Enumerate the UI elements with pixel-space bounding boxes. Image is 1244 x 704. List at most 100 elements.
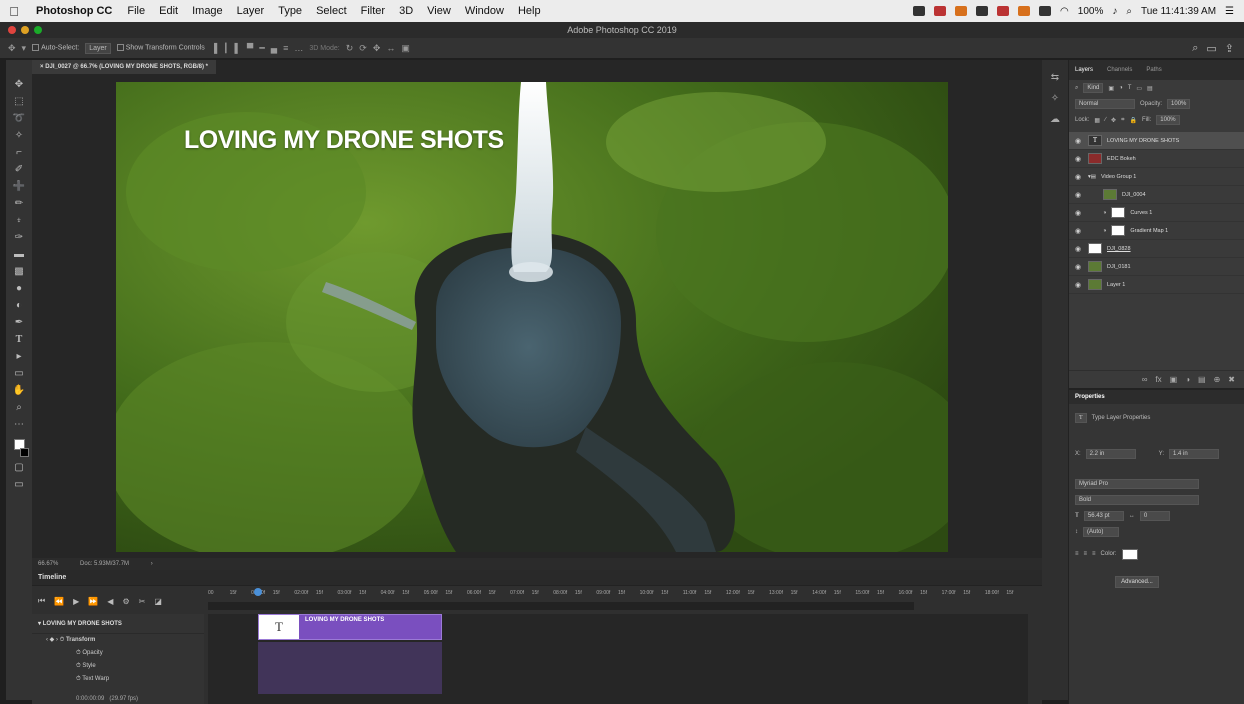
add-mask-icon[interactable]: ▣ bbox=[1170, 375, 1178, 384]
new-layer-icon[interactable]: ⊕ bbox=[1214, 375, 1221, 384]
3d-scale-icon[interactable]: ▣ bbox=[401, 43, 410, 54]
align-top-icon[interactable]: ▀ bbox=[247, 43, 253, 53]
layer-name[interactable]: Layer 1 bbox=[1107, 282, 1125, 288]
layer-style-icon[interactable]: fx bbox=[1155, 375, 1161, 384]
align-center-icon[interactable]: ≡ bbox=[1084, 551, 1088, 557]
type-tool-icon[interactable]: T bbox=[16, 333, 23, 346]
opacity-field[interactable]: 100% bbox=[1167, 99, 1191, 109]
track-header[interactable]: ▾ LOVING MY DRONE SHOTS bbox=[32, 614, 204, 634]
search-icon[interactable]: ⌕ bbox=[1192, 42, 1198, 55]
transition-icon[interactable]: ◪ bbox=[154, 597, 162, 606]
move-tool-preset-icon[interactable]: ✥ bbox=[8, 43, 16, 54]
menu-3d[interactable]: 3D bbox=[392, 5, 420, 17]
battery-level[interactable]: 100% bbox=[1078, 6, 1104, 17]
layer-name[interactable]: DJI_0181 bbox=[1107, 264, 1131, 270]
next-frame-icon[interactable]: ⏩ bbox=[88, 597, 98, 606]
layer-name[interactable]: DJI_0828 bbox=[1107, 246, 1131, 252]
status-app-icon[interactable] bbox=[1039, 6, 1052, 16]
menu-filter[interactable]: Filter bbox=[354, 5, 392, 17]
notification-center-icon[interactable]: ☰ bbox=[1225, 6, 1234, 17]
align-left-icon[interactable]: ▐ bbox=[211, 43, 217, 53]
filter-type-icon[interactable]: T bbox=[1128, 85, 1132, 91]
distribute-icon[interactable]: ≡ bbox=[283, 43, 288, 53]
app-menu[interactable]: Photoshop CC bbox=[28, 5, 120, 17]
align-center-icon[interactable]: ┃ bbox=[223, 43, 228, 54]
menu-help[interactable]: Help bbox=[511, 5, 548, 17]
fill-field[interactable]: 100% bbox=[1156, 115, 1180, 125]
visibility-eye-icon[interactable]: ◉ bbox=[1075, 245, 1083, 253]
layer-row[interactable]: ◉ Layer 1 bbox=[1069, 276, 1244, 294]
apple-menu-icon[interactable]:  bbox=[0, 4, 28, 19]
keyframe-property-opacity[interactable]: ⏱ Opacity bbox=[32, 647, 204, 660]
layer-row[interactable]: ◉ DJI_0004 bbox=[1069, 186, 1244, 204]
align-left-icon[interactable]: ≡ bbox=[1075, 551, 1079, 557]
layer-name[interactable]: EDC Bokeh bbox=[1107, 156, 1136, 162]
visibility-eye-icon[interactable]: ◉ bbox=[1075, 155, 1083, 163]
status-app-icon[interactable] bbox=[913, 6, 926, 16]
volume-icon[interactable]: ♪ bbox=[1112, 6, 1117, 17]
auto-select-checkbox[interactable]: Auto-Select: bbox=[32, 44, 79, 52]
go-to-first-frame-icon[interactable]: ⏮ bbox=[38, 596, 45, 606]
spotlight-search-icon[interactable]: ⌕ bbox=[1126, 6, 1132, 17]
status-app-icon[interactable] bbox=[997, 6, 1010, 16]
delete-layer-icon[interactable]: ✖ bbox=[1228, 375, 1235, 384]
visibility-eye-icon[interactable]: ◉ bbox=[1075, 263, 1083, 271]
pen-tool-icon[interactable]: ✒ bbox=[15, 316, 23, 329]
status-app-icon[interactable] bbox=[955, 6, 968, 16]
dodge-tool-icon[interactable]: ◐ bbox=[16, 299, 22, 312]
visibility-eye-icon[interactable]: ◉ bbox=[1075, 191, 1083, 199]
layer-row[interactable]: ◉ EDC Bokeh bbox=[1069, 150, 1244, 168]
filter-smart-object-icon[interactable]: ▤ bbox=[1147, 85, 1153, 92]
menu-image[interactable]: Image bbox=[185, 5, 230, 17]
document-tab[interactable]: × DJI_0027 @ 66.7% (LOVING MY DRONE SHOT… bbox=[32, 60, 216, 74]
more-options-icon[interactable]: … bbox=[294, 43, 303, 53]
crop-tool-icon[interactable]: ⌐ bbox=[16, 146, 22, 159]
minimize-window-icon[interactable] bbox=[21, 26, 29, 34]
filter-adjustment-icon[interactable]: ◑ bbox=[1119, 85, 1123, 91]
new-adjustment-icon[interactable]: ◑ bbox=[1185, 375, 1190, 384]
lock-all-icon[interactable]: 🔒 bbox=[1129, 117, 1136, 124]
wifi-icon[interactable]: ◠ bbox=[1060, 6, 1069, 17]
layer-row[interactable]: ◉ ▾▤ Video Group 1 bbox=[1069, 168, 1244, 186]
advanced-button[interactable]: Advanced... bbox=[1115, 576, 1159, 588]
blur-tool-icon[interactable]: ● bbox=[16, 282, 22, 295]
properties-title[interactable]: Properties bbox=[1069, 390, 1244, 404]
show-transform-checkbox[interactable]: Show Transform Controls bbox=[116, 44, 205, 52]
blend-mode-dropdown[interactable]: Normal bbox=[1075, 99, 1135, 109]
playhead[interactable] bbox=[254, 588, 262, 596]
layer-row[interactable]: ◉ ◑ Curves 1 bbox=[1069, 204, 1244, 222]
align-bottom-icon[interactable]: ▄ bbox=[271, 43, 277, 53]
quick-select-tool-icon[interactable]: ✧ bbox=[15, 129, 23, 142]
menubar-clock[interactable]: Tue 11:41:39 AM bbox=[1141, 6, 1216, 17]
leading-field[interactable]: (Auto) bbox=[1083, 527, 1119, 537]
previous-frame-icon[interactable]: ⏪ bbox=[54, 597, 64, 606]
tab-paths[interactable]: Paths bbox=[1146, 67, 1161, 73]
rectangle-tool-icon[interactable]: ▭ bbox=[14, 367, 23, 380]
marquee-tool-icon[interactable]: ⬚ bbox=[14, 95, 23, 108]
layer-row[interactable]: ◉ DJI_0181 bbox=[1069, 258, 1244, 276]
overlay-title-text[interactable]: LOVING MY DRONE SHOTS bbox=[184, 126, 504, 155]
menu-file[interactable]: File bbox=[120, 5, 152, 17]
lock-position-icon[interactable]: ✥ bbox=[1111, 117, 1116, 124]
keyframe-property-text-warp[interactable]: ⏱ Text Warp bbox=[32, 673, 204, 686]
current-time[interactable]: 0:00:00:09 bbox=[76, 696, 104, 702]
edit-toolbar-icon[interactable]: ⋯ bbox=[14, 418, 24, 431]
clone-stamp-tool-icon[interactable]: ⍖ bbox=[16, 214, 22, 227]
link-layers-icon[interactable]: ∞ bbox=[1142, 375, 1148, 384]
3d-roll-icon[interactable]: ⟳ bbox=[359, 43, 367, 54]
close-tab-icon[interactable]: × bbox=[40, 64, 44, 70]
status-app-icon[interactable] bbox=[934, 6, 947, 16]
y-field[interactable]: 1.4 in bbox=[1169, 449, 1220, 459]
keyframe-lane-region[interactable] bbox=[258, 642, 442, 694]
visibility-eye-icon[interactable]: ◉ bbox=[1075, 137, 1083, 145]
menu-edit[interactable]: Edit bbox=[152, 5, 185, 17]
font-style-dropdown[interactable]: Bold bbox=[1075, 495, 1199, 505]
lock-pixels-icon[interactable]: ▦ bbox=[1094, 117, 1100, 124]
healing-brush-tool-icon[interactable]: ➕ bbox=[13, 180, 25, 193]
status-app-icon[interactable] bbox=[1018, 6, 1031, 16]
move-tool-icon[interactable]: ✥ bbox=[15, 78, 23, 91]
adjustments-icon[interactable]: ⇆ bbox=[1051, 72, 1059, 83]
text-color-swatch[interactable] bbox=[1121, 548, 1138, 560]
eraser-tool-icon[interactable]: ▬ bbox=[14, 248, 24, 261]
screen-mode-icon[interactable]: ▭ bbox=[14, 478, 23, 491]
